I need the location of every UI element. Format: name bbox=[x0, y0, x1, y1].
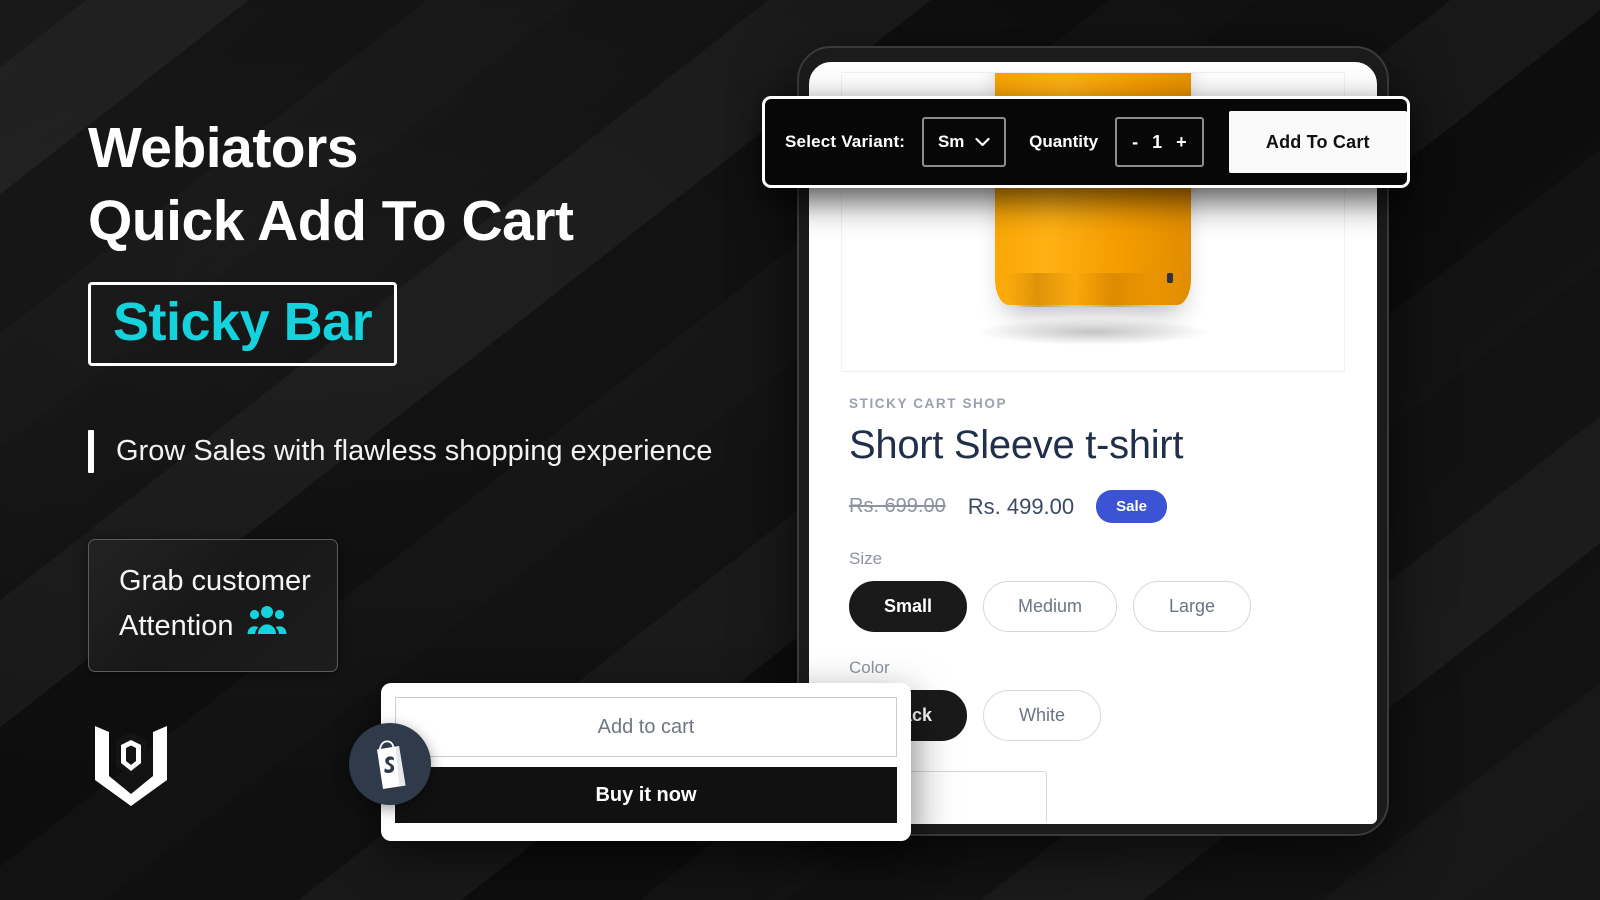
webiators-w-shield-logo bbox=[92, 716, 170, 808]
attention-line-1: Grab customer bbox=[119, 565, 311, 598]
size-option-small[interactable]: Small bbox=[849, 581, 968, 632]
attention-line-2-row: Attention bbox=[119, 604, 311, 650]
attention-line-2: Attention bbox=[119, 609, 234, 642]
sticky-add-to-cart-bar: Select Variant: Sm Quantity - 1 + Add To… bbox=[762, 96, 1410, 188]
add-to-cart-button[interactable]: Add To Cart bbox=[1228, 111, 1407, 173]
variant-select[interactable]: Sm bbox=[922, 117, 1007, 167]
price-row: Rs. 699.00 Rs. 499.00 Sale bbox=[849, 490, 1337, 523]
sticky-bar-chip: Sticky Bar bbox=[88, 281, 398, 366]
accent-rule bbox=[88, 429, 94, 474]
select-variant-label: Select Variant: bbox=[785, 132, 906, 151]
brand-name: Webiators bbox=[88, 116, 359, 180]
status-badge: Sale bbox=[1096, 490, 1167, 523]
tshirt-tag-icon bbox=[1167, 273, 1173, 283]
floating-cart-card: Add to cart Buy it now bbox=[349, 683, 911, 841]
color-option-white[interactable]: White bbox=[983, 690, 1102, 741]
size-option-label: Size bbox=[849, 549, 883, 568]
subheadline-text: Grow Sales with flawless shopping experi… bbox=[116, 434, 713, 467]
promo-banner-canvas: Webiators Quick Add To Cart Sticky Bar G… bbox=[0, 0, 1600, 900]
quantity-decrement-button[interactable]: - bbox=[1132, 132, 1138, 153]
compare-at-price: Rs. 699.00 bbox=[849, 495, 946, 517]
size-option-row: Small Medium Large bbox=[849, 581, 1337, 632]
variant-select-value: Sm bbox=[937, 132, 965, 151]
current-price: Rs. 499.00 bbox=[967, 493, 1075, 519]
add-to-cart-button-secondary[interactable]: Add to cart bbox=[395, 697, 897, 757]
sticky-bar-chip-label: Sticky Bar bbox=[113, 291, 373, 352]
page-title: Quick Add To Cart bbox=[88, 188, 574, 253]
color-option-label: Color bbox=[849, 658, 890, 677]
color-option-row: Black White bbox=[849, 690, 1337, 741]
product-image-shadow bbox=[978, 319, 1208, 345]
size-option-medium[interactable]: Medium bbox=[983, 581, 1118, 632]
quantity-value: 1 bbox=[1152, 131, 1163, 152]
hero-copy: Webiators Quick Add To Cart Sticky Bar G… bbox=[88, 112, 748, 673]
attention-callout-box: Grab customer Attention bbox=[88, 539, 338, 673]
subheadline-block: Grow Sales with flawless shopping experi… bbox=[88, 429, 748, 474]
quantity-label: Quantity bbox=[1029, 132, 1099, 151]
product-title: Short Sleeve t-shirt bbox=[849, 423, 1184, 467]
product-vendor: STICKY CART SHOP bbox=[849, 396, 1008, 411]
chevron-down-icon bbox=[975, 132, 991, 152]
buy-it-now-button[interactable]: Buy it now bbox=[395, 767, 897, 823]
size-option-large[interactable]: Large bbox=[1133, 581, 1252, 632]
quantity-stepper[interactable]: - 1 + bbox=[1115, 117, 1204, 167]
shopify-bag-icon bbox=[349, 723, 431, 805]
quantity-increment-button[interactable]: + bbox=[1176, 132, 1187, 153]
people-group-icon bbox=[247, 604, 287, 650]
